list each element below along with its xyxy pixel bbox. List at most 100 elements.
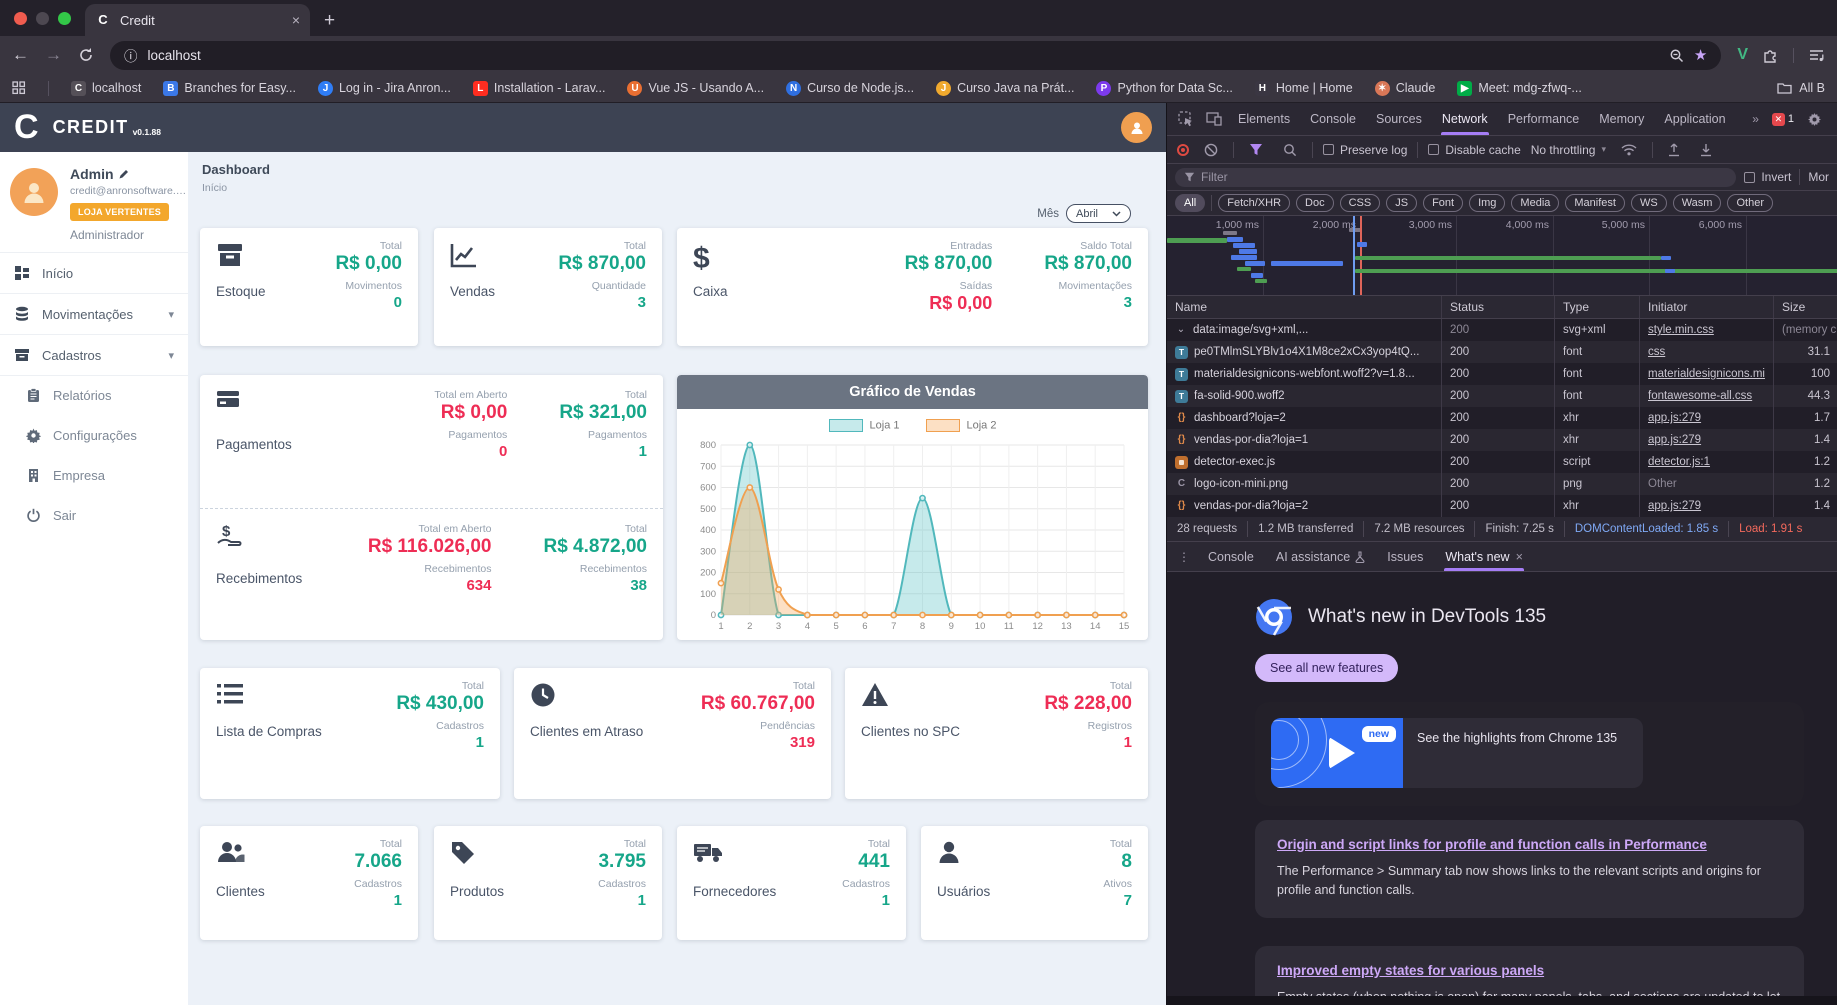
bookmark-item[interactable]: P Python for Data Sc... xyxy=(1096,80,1233,96)
zoom-icon[interactable] xyxy=(1669,48,1684,63)
maximize-window-button[interactable] xyxy=(58,11,71,25)
network-waterfall-overview[interactable]: 1,000 ms 2,000 ms 3,000 ms 4,000 ms 5,00… xyxy=(1167,216,1837,296)
bookmark-item[interactable]: U Vue JS - Usando A... xyxy=(627,80,764,96)
minimize-window-button[interactable] xyxy=(36,11,49,25)
chip-fetch-xhr[interactable]: Fetch/XHR xyxy=(1218,194,1291,212)
forward-icon[interactable]: → xyxy=(45,45,62,65)
column-status[interactable]: Status xyxy=(1442,296,1555,318)
network-request-row[interactable]: ⌄ data:image/svg+xml,... 200 svg+xml styl… xyxy=(1167,319,1837,341)
drawer-tab-ai-assistance[interactable]: AI assistance xyxy=(1267,542,1374,571)
network-request-row[interactable]: {} vendas-por-dia?loja=2 200 xhr app.js:2… xyxy=(1167,495,1837,517)
highlights-card[interactable]: new See the highlights from Chrome 135 xyxy=(1255,702,1804,806)
bookmark-item[interactable]: B Branches for Easy... xyxy=(163,80,296,96)
sidebar-item-cadastros[interactable]: Cadastros ▾ xyxy=(0,334,188,375)
video-thumbnail[interactable]: new xyxy=(1271,718,1403,788)
drawer-menu-icon[interactable]: ⋮ xyxy=(1173,550,1195,564)
export-har-icon[interactable] xyxy=(1695,143,1717,157)
site-info-icon[interactable]: ⓘ xyxy=(124,45,138,65)
network-filter-input[interactable]: Filter xyxy=(1175,167,1737,187)
sidebar-item-relatorios[interactable]: Relatórios xyxy=(0,375,188,415)
network-conditions-icon[interactable] xyxy=(1616,143,1642,156)
chip-wasm[interactable]: Wasm xyxy=(1672,194,1722,212)
drawer-tab-console[interactable]: Console xyxy=(1199,542,1263,571)
tab-sources[interactable]: Sources xyxy=(1367,103,1431,135)
all-bookmarks-button[interactable]: All B xyxy=(1777,81,1825,95)
vue-devtools-icon[interactable]: V xyxy=(1737,46,1748,64)
bookmark-item[interactable]: Clocalhost xyxy=(71,80,141,96)
bookmark-item[interactable]: H Home | Home xyxy=(1254,80,1353,96)
bookmark-item[interactable]: ✶ Claude xyxy=(1374,80,1435,96)
network-request-row[interactable]: detector-exec.js 200 script detector.js:… xyxy=(1167,451,1837,473)
bookmark-item[interactable]: J Log in - Jira Anron... xyxy=(317,80,451,96)
search-icon[interactable] xyxy=(1278,143,1302,157)
bookmark-item[interactable]: ▶ Meet: mdg-zfwq-... xyxy=(1457,80,1582,96)
column-type[interactable]: Type xyxy=(1555,296,1640,318)
address-bar[interactable]: ⓘ localhost ★ xyxy=(110,40,1722,70)
apps-grid-icon[interactable] xyxy=(12,81,26,95)
browser-tab[interactable]: C Credit × xyxy=(85,4,310,36)
chip-js[interactable]: JS xyxy=(1386,194,1418,212)
network-request-row[interactable]: Tmaterialdesignicons-webfont.woff2?v=1.8… xyxy=(1167,363,1837,385)
column-initiator[interactable]: Initiator xyxy=(1640,296,1774,318)
disable-cache-checkbox[interactable]: Disable cache xyxy=(1428,143,1521,157)
network-request-row[interactable]: Tfa-solid-900.woff2 200 font fontawesome… xyxy=(1167,385,1837,407)
tab-console[interactable]: Console xyxy=(1301,103,1365,135)
tab-elements[interactable]: Elements xyxy=(1229,103,1299,135)
sidebar-item-empresa[interactable]: Empresa xyxy=(0,455,188,495)
close-icon[interactable]: × xyxy=(1516,550,1523,564)
tab-application[interactable]: Application xyxy=(1655,103,1734,135)
inspect-element-icon[interactable] xyxy=(1173,111,1199,127)
sidebar-item-movimentacoes[interactable]: Movimentações ▾ xyxy=(0,293,188,334)
section-heading-link[interactable]: Origin and script links for profile and … xyxy=(1277,837,1707,852)
drawer-tab-issues[interactable]: Issues xyxy=(1378,542,1432,571)
new-tab-button[interactable]: + xyxy=(324,10,335,36)
network-request-row[interactable]: {} vendas-por-dia?loja=1 200 xhr app.js:2… xyxy=(1167,429,1837,451)
preserve-log-checkbox[interactable]: Preserve log xyxy=(1323,143,1407,157)
see-all-features-button[interactable]: See all new features xyxy=(1255,654,1399,682)
network-request-row[interactable]: {} dashboard?loja=2 200 xhr app.js:279 1.… xyxy=(1167,407,1837,429)
chip-ws[interactable]: WS xyxy=(1630,194,1667,212)
header-avatar[interactable] xyxy=(1121,112,1152,143)
chip-all[interactable]: All xyxy=(1175,194,1206,212)
more-tabs-icon[interactable]: » xyxy=(1747,112,1764,126)
close-window-button[interactable] xyxy=(14,11,27,25)
devtools-settings-gear-icon[interactable] xyxy=(1802,112,1827,127)
back-icon[interactable]: ← xyxy=(12,45,29,65)
reload-icon[interactable] xyxy=(78,47,94,63)
disclosure-chevron-icon[interactable]: ⌄ xyxy=(1175,319,1187,341)
bookmark-item[interactable]: N Curso de Node.js... xyxy=(786,80,914,96)
tab-network[interactable]: Network xyxy=(1433,103,1497,135)
extensions-puzzle-icon[interactable] xyxy=(1762,47,1779,64)
device-toolbar-icon[interactable] xyxy=(1201,112,1227,126)
bookmark-item[interactable]: L Installation - Larav... xyxy=(472,80,605,96)
media-controls-icon[interactable] xyxy=(1808,48,1825,63)
bookmark-star-icon[interactable]: ★ xyxy=(1694,46,1707,64)
close-tab-icon[interactable]: × xyxy=(292,12,300,28)
section-heading-link[interactable]: Improved empty states for various panels xyxy=(1277,963,1544,978)
chip-media[interactable]: Media xyxy=(1511,194,1560,212)
chip-font[interactable]: Font xyxy=(1423,194,1464,212)
throttling-select[interactable]: No throttling ▾ xyxy=(1531,143,1606,157)
chip-other[interactable]: Other xyxy=(1727,194,1773,212)
sidebar-item-configuracoes[interactable]: Configurações xyxy=(0,415,188,455)
network-request-row[interactable]: Clogo-icon-mini.png 200 png Other 1.2 xyxy=(1167,473,1837,495)
tab-performance[interactable]: Performance xyxy=(1499,103,1589,135)
chip-manifest[interactable]: Manifest xyxy=(1565,194,1625,212)
chip-img[interactable]: Img xyxy=(1469,194,1506,212)
more-filters-label[interactable]: Mor xyxy=(1808,170,1829,184)
filter-funnel-icon[interactable] xyxy=(1244,143,1268,156)
record-network-log-icon[interactable] xyxy=(1177,143,1189,156)
tab-memory[interactable]: Memory xyxy=(1590,103,1653,135)
error-badge[interactable]: ✕ 1 xyxy=(1771,112,1794,126)
invert-filter-checkbox[interactable]: Invert xyxy=(1744,170,1791,184)
drawer-tab-whats-new[interactable]: What's new × xyxy=(1436,542,1532,571)
column-size[interactable]: Size xyxy=(1774,296,1837,318)
sidebar-item-inicio[interactable]: Início xyxy=(0,252,188,293)
chip-doc[interactable]: Doc xyxy=(1296,194,1334,212)
clear-network-log-icon[interactable] xyxy=(1199,143,1223,157)
bookmark-item[interactable]: J Curso Java na Prát... xyxy=(936,80,1074,96)
chip-css[interactable]: CSS xyxy=(1339,194,1381,212)
import-har-icon[interactable] xyxy=(1663,143,1685,157)
column-name[interactable]: Name xyxy=(1167,296,1442,318)
sidebar-item-sair[interactable]: Sair xyxy=(0,495,188,535)
